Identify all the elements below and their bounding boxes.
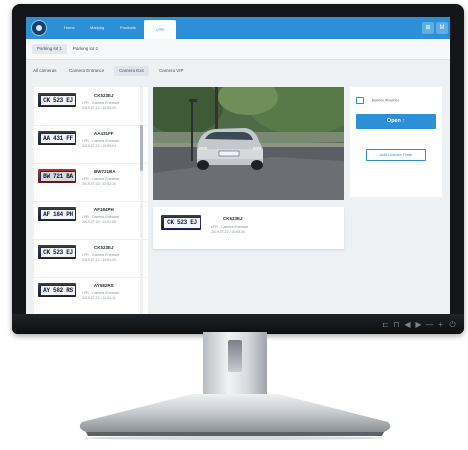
top-app-bar: Home Marking Products LPR ⊞ M: [26, 17, 450, 39]
barrier-row: Barrier #barrier: [356, 97, 399, 104]
plate-time: 2019.07.22 / 10:51:20: [82, 258, 117, 262]
app-logo-icon: [31, 20, 47, 36]
input-source-icon[interactable]: ⊏: [381, 320, 390, 329]
plate-time: 2019.07.22 / 10:59:20: [82, 106, 117, 110]
screen: Home Marking Products LPR ⊞ M Parking lo…: [26, 17, 450, 314]
monitor: Home Marking Products LPR ⊞ M Parking lo…: [12, 4, 464, 334]
plate-time: 2019.07.22 / 10:52:20: [82, 182, 117, 186]
plate-thumbnail: AA 431 FF: [38, 131, 76, 145]
minus-icon[interactable]: —: [425, 320, 434, 329]
barrier-icon: [356, 97, 364, 104]
nav-products[interactable]: Products: [112, 17, 144, 39]
plate-thumbnail: BW 721 BA: [38, 169, 76, 183]
plate-meta: LPR - Camera Entrance 2019.07.22 / 10:59:…: [82, 101, 119, 111]
plate-meta: LPR - Camera Entrance 2019.07.22 / 10:51:…: [82, 253, 119, 263]
plate-thumbnail: CK 523 EJ: [161, 215, 201, 230]
plate-thumbnail: CK 523 EJ: [38, 93, 76, 107]
plus-icon[interactable]: +: [436, 320, 445, 329]
plate-meta: LPR - Camera Entrance 2019.07.22 / 10:51:…: [82, 215, 119, 225]
left-arrow-icon[interactable]: ◀: [403, 320, 412, 329]
list-item[interactable]: AY 582 RS AY582RS LPR - Camera Entrance 2…: [34, 277, 148, 314]
nav-home[interactable]: Home: [56, 17, 83, 39]
plate-time: 2019.07.22 / 10:59:04: [82, 144, 117, 148]
plate-meta: LPR - Camera Entrance 2019.07.22 / 10:59:…: [82, 139, 119, 149]
grid-menu-button[interactable]: ⊞: [422, 22, 434, 34]
list-scrollbar[interactable]: [140, 87, 143, 314]
plate-code: CK523EJ: [94, 245, 114, 250]
plate-code: CK523EJ: [223, 216, 243, 221]
plate-thumbnail: AF 184 PH: [38, 207, 76, 221]
nav-marking[interactable]: Marking: [82, 17, 112, 39]
plate-meta: LPR - Camera Entrance 2019.07.22 / 10:52:…: [82, 177, 119, 187]
tab-parking-lot-1[interactable]: Parking lot 1: [32, 44, 68, 54]
plate-time: 2019.07.22 / 10:50:11: [82, 296, 116, 300]
plate-code: BW721BA: [94, 169, 116, 174]
tab-camera-exit[interactable]: Camera Exit: [114, 66, 149, 76]
plate-text: BW 721 BA: [40, 171, 76, 182]
plate-meta: LPR - Camera Entrance 2019.07.22 / 10:59:…: [211, 225, 248, 235]
plate-code: AA431FF: [94, 131, 114, 136]
tab-all-cameras[interactable]: All cameras: [28, 66, 62, 76]
nav-lpr[interactable]: LPR: [144, 20, 176, 39]
menu-icon[interactable]: ⊓: [392, 320, 401, 329]
plate-list: CK 523 EJ CK523EJ LPR - Camera Entrance 2…: [34, 87, 148, 314]
add-license-plate-button[interactable]: Add License Plate: [366, 149, 426, 161]
user-menu-button[interactable]: M: [436, 22, 448, 34]
plate-text: CK 523 EJ: [163, 217, 201, 229]
power-icon[interactable]: ⏻: [448, 320, 457, 329]
plate-text: AA 431 FF: [40, 133, 76, 144]
barrier-panel: Barrier #barrier Open ↑ Add License Plat…: [350, 87, 442, 197]
list-item[interactable]: CK 523 EJ CK523EJ LPR - Camera Entrance 2…: [34, 87, 148, 126]
open-barrier-button[interactable]: Open ↑: [356, 114, 436, 129]
detection-detail-card[interactable]: CK 523 EJ CK523EJ LPR - Camera Entrance 2…: [153, 207, 344, 249]
scrollbar-thumb[interactable]: [140, 125, 143, 171]
plate-text: AY 582 RS: [40, 285, 76, 296]
monitor-stand-base: [79, 394, 391, 440]
plate-code: CK523EJ: [94, 93, 114, 98]
list-item[interactable]: CK 523 EJ CK523EJ LPR - Camera Entrance 2…: [34, 239, 148, 278]
tab-camera-entrance[interactable]: Camera Entrance: [64, 66, 109, 76]
list-item[interactable]: AF 184 PH AF184PH LPR - Camera Entrance 2…: [34, 201, 148, 240]
list-item[interactable]: AA 431 FF AA431FF LPR - Camera Entrance 2…: [34, 125, 148, 164]
plate-time: 2019.07.22 / 10:51:55: [82, 220, 117, 224]
tab-parking-lot-2[interactable]: Parking lot 2: [68, 44, 103, 54]
plate-text: AF 184 PH: [40, 209, 76, 220]
stand-cable-slot: [228, 340, 242, 372]
monitor-bezel: ⊏ ⊓ ◀ ▶ — + ⏻: [12, 314, 464, 334]
plate-text: CK 523 EJ: [40, 95, 76, 106]
plate-thumbnail: AY 582 RS: [38, 283, 76, 297]
list-item[interactable]: BW 721 BA BW721BA LPR - Camera Entrance 2…: [34, 163, 148, 202]
plate-code: AY582RS: [94, 283, 114, 288]
camera-tabs: All cameras Camera Entrance Camera Exit …: [26, 60, 450, 80]
tab-camera-vip[interactable]: Camera VIP: [154, 66, 189, 76]
barrier-label: Barrier #barrier: [372, 97, 399, 103]
plate-code: AF184PH: [94, 207, 114, 212]
parking-lot-tabs: Parking lot 1 Parking lot 2: [26, 39, 450, 60]
plate-text: CK 523 EJ: [40, 247, 76, 258]
plate-time: 2019.07.22 / 10:59:20: [211, 230, 246, 234]
right-arrow-icon[interactable]: ▶: [414, 320, 423, 329]
camera-feed-image: [153, 87, 344, 200]
plate-thumbnail: CK 523 EJ: [38, 245, 76, 259]
plate-meta: LPR - Camera Entrance 2019.07.22 / 10:50:…: [82, 291, 119, 301]
